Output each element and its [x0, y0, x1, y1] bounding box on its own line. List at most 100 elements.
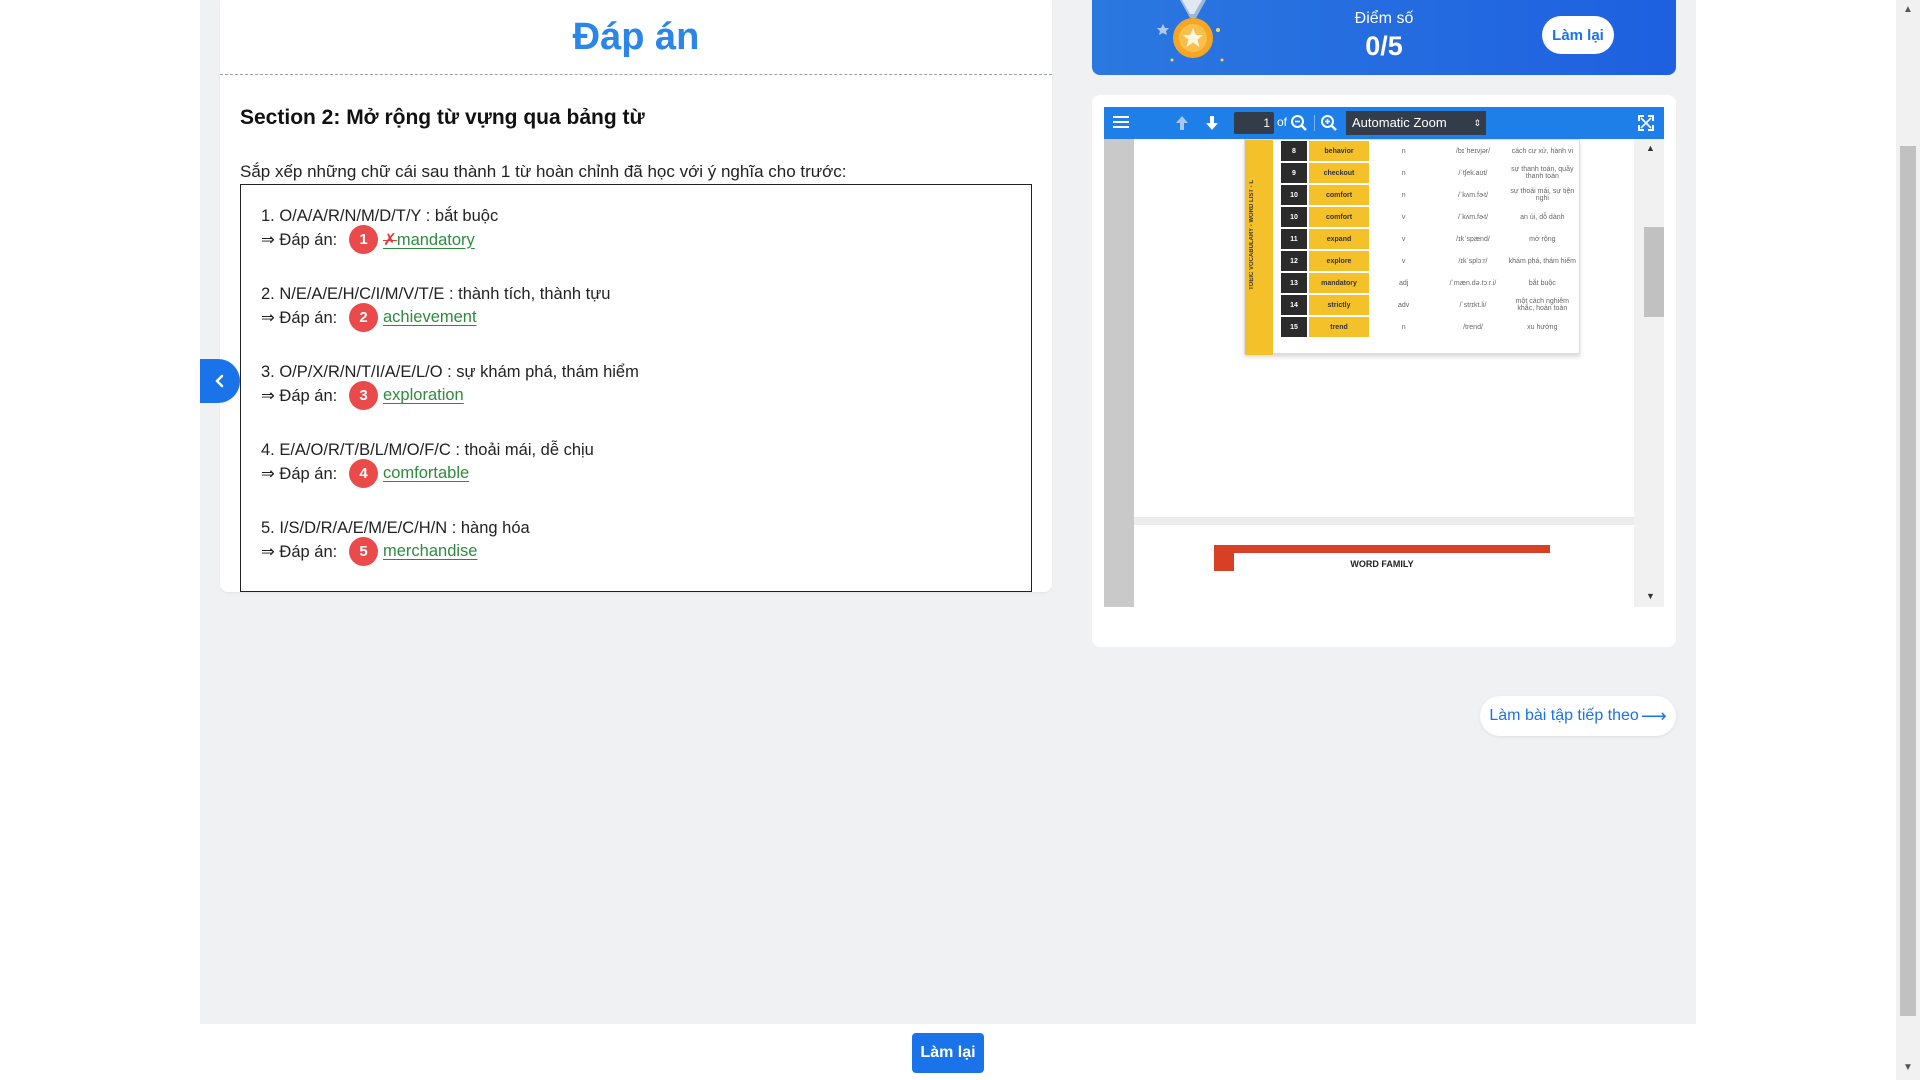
vocabulary-row: 12 explore v/ɪkˈsplɔːr/khám phá, thám hiểm — [1281, 250, 1577, 272]
question-number-badge: 1 — [349, 225, 378, 254]
pdf-viewport[interactable]: TOEIC VOCABULARY - WORD LIST - L 8 behavi… — [1104, 139, 1664, 607]
vocab-meaning: xu hướng — [1527, 323, 1558, 331]
arrow-down-icon[interactable] — [1204, 114, 1220, 132]
answer-prefix: ⇒ Đáp án: — [261, 386, 338, 405]
vocabulary-row: 8 behavior n/bɪˈheɪvjər/cách cư xử, hành v… — [1281, 140, 1577, 162]
vocab-ipa: /ɪkˈspænd/ — [1456, 235, 1490, 243]
vocab-word: mandatory — [1309, 273, 1369, 293]
word-family-heading: WORD FAMILY — [1350, 559, 1414, 569]
vocab-pos: v — [1401, 257, 1406, 265]
vocab-meaning: một cách nghiêm khắc, hoàn toàn — [1515, 298, 1569, 312]
pdf-viewer-card: 1 of Automatic Zoom ⇕ TOEIC VOCABULARY -… — [1092, 95, 1676, 647]
scroll-up-icon[interactable]: ▲ — [1646, 143, 1655, 153]
pdf-scrollbar-thumb[interactable] — [1644, 227, 1664, 317]
retry-bottom-button[interactable]: Làm lại — [912, 1033, 984, 1073]
pdf-scrollbar[interactable]: ▲ ▼ — [1634, 139, 1664, 607]
vocabulary-row: 11 expand v/ɪkˈspænd/mở rộng — [1281, 228, 1577, 250]
vocab-meaning: sự thoải mái, sự tiện nghi — [1510, 188, 1575, 202]
page-scrollbar[interactable]: ▲ ▼ — [1896, 0, 1920, 1080]
question-number-badge: 4 — [349, 459, 378, 488]
answer-row: ⇒ Đáp án: 3 exploration — [261, 381, 464, 410]
wrong-mark-icon: ✗ — [383, 230, 397, 249]
answer-value: achievement — [383, 308, 477, 326]
sidebar-toggle-icon[interactable] — [1112, 114, 1130, 130]
vocab-meaning: an ủi, dỗ dành — [1520, 213, 1565, 221]
instruction-text: Sắp xếp những chữ cái sau thành 1 từ hoà… — [240, 162, 847, 181]
vocab-pos: v — [1401, 213, 1406, 221]
pdf-gutter — [1104, 139, 1134, 607]
question-number-badge: 3 — [349, 381, 378, 410]
question-prompt: 3. O/P/X/R/N/T/I/A/E/L/O : sự khám phá, … — [261, 363, 639, 381]
page-scrollbar-thumb[interactable] — [1900, 146, 1916, 1016]
answer-prefix: ⇒ Đáp án: — [261, 542, 338, 561]
next-exercise-label: Làm bài tập tiếp theo — [1489, 707, 1639, 724]
vocab-num: 10 — [1281, 185, 1307, 205]
question-number-badge: 2 — [349, 303, 378, 332]
answer-text: ✗mandatory — [383, 230, 475, 250]
vocab-pos: n — [1401, 169, 1406, 177]
zoom-select[interactable]: Automatic Zoom ⇕ — [1346, 111, 1486, 135]
answer-row: ⇒ Đáp án: 5 merchandise — [261, 537, 477, 566]
vocab-ipa: /ˈkʌm.fɚt/ — [1457, 213, 1489, 221]
vocab-word: checkout — [1309, 163, 1369, 183]
answer-card: Đáp án Section 2: Mở rộng từ vựng qua bả… — [220, 0, 1052, 592]
chevron-left-icon — [215, 374, 224, 388]
vocab-num: 10 — [1281, 207, 1307, 227]
question-prompt: 4. E/A/O/R/T/B/L/M/O/F/C : thoải mái, dễ… — [261, 441, 594, 459]
answer-value: exploration — [383, 386, 464, 404]
answer-prefix: ⇒ Đáp án: — [261, 464, 338, 483]
question-prompt: 5. I/S/D/R/A/E/M/E/C/H/N : hàng hóa — [261, 519, 530, 537]
vocabulary-table: TOEIC VOCABULARY - WORD LIST - L 8 behavi… — [1244, 139, 1580, 355]
vocab-word: explore — [1309, 251, 1369, 271]
answer-row: ⇒ Đáp án: 4 comfortable — [261, 459, 469, 488]
vocab-num: 8 — [1281, 141, 1307, 161]
question-box: 1. O/A/A/R/N/M/D/T/Y : bắt buộc ⇒ Đáp án… — [240, 184, 1032, 592]
toolbar-divider — [1314, 115, 1315, 131]
page-number-input[interactable]: 1 — [1234, 112, 1274, 134]
score-card: Điểm số 0/5 Làm lại — [1092, 0, 1676, 75]
pdf-page: TOEIC VOCABULARY - WORD LIST - L 8 behavi… — [1134, 139, 1634, 517]
vocab-ipa: /ˈkʌm.fɚt/ — [1457, 191, 1489, 199]
vocab-pos: n — [1401, 147, 1406, 155]
vocab-ipa: /ˈmæn.də.tɔːr.i/ — [1449, 279, 1497, 287]
vocabulary-row: 10 comfort n/ˈkʌm.fɚt/sự thoải mái, sự tiệ… — [1281, 184, 1577, 206]
question-number-badge: 5 — [349, 537, 378, 566]
question-prompt: 2. N/E/A/E/H/C/I/M/V/T/E : thành tích, t… — [261, 285, 611, 303]
vocab-num: 9 — [1281, 163, 1307, 183]
section-heading: Section 2: Mở rộng từ vựng qua bảng từ — [240, 106, 645, 129]
vocabulary-side-label: TOEIC VOCABULARY - WORD LIST - L — [1249, 180, 1255, 290]
vocab-pos: adv — [1398, 301, 1410, 309]
vocab-ipa: /trend/ — [1463, 323, 1483, 331]
pdf-page: WORD FAMILY — [1134, 525, 1634, 607]
answer-value: comfortable — [383, 464, 470, 482]
zoom-in-icon[interactable] — [1320, 114, 1338, 132]
vocab-meaning: mở rộng — [1529, 235, 1556, 243]
scroll-down-icon[interactable]: ▼ — [1896, 1062, 1920, 1073]
chevron-updown-icon: ⇕ — [1473, 118, 1481, 128]
answer-value: merchandise — [383, 542, 478, 560]
zoom-out-icon[interactable] — [1290, 114, 1308, 132]
next-exercise-button[interactable]: Làm bài tập tiếp theo ⟶ — [1480, 696, 1676, 736]
vocab-pos: v — [1401, 235, 1406, 243]
vocab-num: 15 — [1281, 317, 1307, 337]
vocab-meaning: bắt buộc — [1528, 279, 1556, 287]
scroll-up-icon[interactable]: ▲ — [1896, 4, 1920, 15]
answer-prefix: ⇒ Đáp án: — [261, 230, 338, 249]
arrow-up-icon[interactable] — [1174, 114, 1190, 132]
page-title: Đáp án — [220, 0, 1052, 75]
vocab-word: expand — [1309, 229, 1369, 249]
vocab-word: comfort — [1309, 185, 1369, 205]
scroll-down-icon[interactable]: ▼ — [1646, 591, 1655, 601]
fullscreen-icon[interactable] — [1637, 114, 1655, 132]
vocabulary-row: 15 trend n/trend/xu hướng — [1281, 316, 1577, 338]
vocab-ipa: /ɪkˈsplɔːr/ — [1458, 257, 1488, 265]
vocab-word: trend — [1309, 317, 1369, 337]
vocab-num: 13 — [1281, 273, 1307, 293]
vocab-word: strictly — [1309, 295, 1369, 315]
vocab-word: behavior — [1309, 141, 1369, 161]
arrow-right-icon: ⟶ — [1640, 705, 1667, 726]
page-of-label: of — [1277, 115, 1288, 129]
vocabulary-side-strip: TOEIC VOCABULARY - WORD LIST - L — [1245, 140, 1273, 355]
vocabulary-row: 10 comfort v/ˈkʌm.fɚt/an ủi, dỗ dành — [1281, 206, 1577, 228]
retry-button[interactable]: Làm lại — [1542, 16, 1614, 54]
